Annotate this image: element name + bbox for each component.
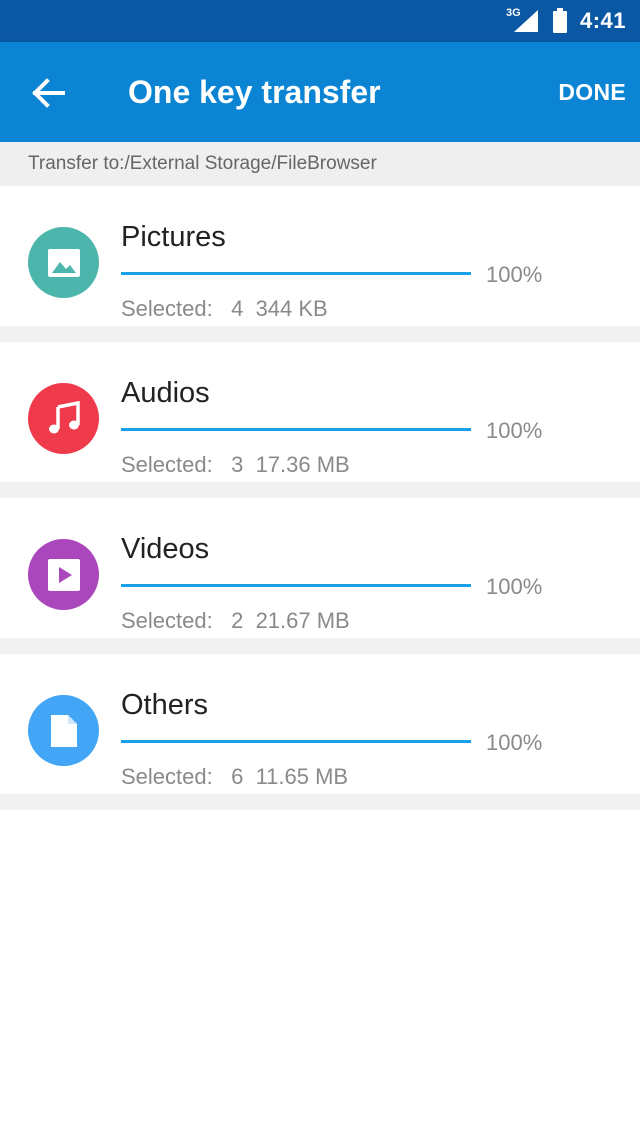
progress-percent: 100% [486,418,543,443]
page-title: One key transfer [128,74,381,110]
selected-summary: Selected: 6 11.65 MB [121,764,349,789]
done-button[interactable]: DONE [558,76,626,108]
progress-bar [121,272,471,275]
category-name: Others [121,689,209,721]
progress-percent: 100% [486,262,543,287]
app-bar: One key transfer DONE [0,42,640,142]
document-icon [28,695,99,766]
arrow-left-icon [32,78,65,108]
status-bar: 3G 4:41 [0,0,640,42]
category-item-pictures[interactable]: Pictures 100% Selected: 4 344 KB [0,186,640,342]
image-icon [28,227,99,298]
category-item-others[interactable]: Others 100% Selected: 6 11.65 MB [0,654,640,810]
clock: 4:41 [579,8,626,33]
selected-summary: Selected: 4 344 KB [121,296,328,321]
video-play-icon [28,539,99,610]
progress-bar [121,740,471,743]
category-name: Pictures [121,221,226,253]
category-list: Pictures 100% Selected: 4 344 KB Audios … [0,186,640,810]
selected-summary: Selected: 3 17.36 MB [121,452,350,477]
category-name: Audios [121,377,210,409]
signal-icon: 3G [505,7,540,34]
status-icons: 3G 4:41 [506,0,626,42]
progress-percent: 100% [486,574,543,599]
back-button[interactable] [26,70,72,116]
category-name: Videos [121,533,210,565]
progress-percent: 100% [486,730,543,755]
music-note-icon [28,383,99,454]
transfer-path-text: Transfer to:/External Storage/FileBrowse… [28,153,377,174]
progress-bar [121,584,471,587]
category-item-videos[interactable]: Videos 100% Selected: 2 21.67 MB [0,498,640,654]
selected-summary: Selected: 2 21.67 MB [121,608,350,633]
transfer-path: Transfer to:/External Storage/FileBrowse… [0,142,640,186]
battery-icon [552,8,568,34]
category-item-audios[interactable]: Audios 100% Selected: 3 17.36 MB [0,342,640,498]
progress-bar [121,428,471,431]
network-type: 3G [505,7,521,19]
